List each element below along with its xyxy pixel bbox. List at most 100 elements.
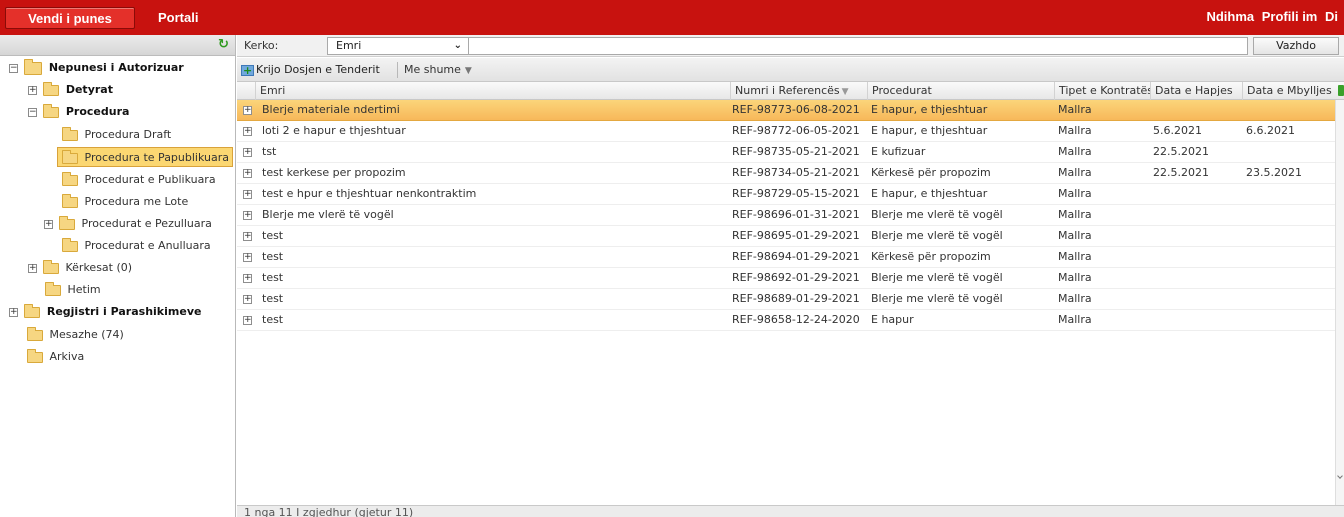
cell-contract-type: Mallra [1058,271,1092,284]
tree-item-procedurat-e-anulluara[interactable]: Procedurat e Anulluara [62,236,211,256]
create-tender-file-button[interactable]: Krijo Dosjen e Tenderit [241,62,380,79]
tree-item-hetim[interactable]: Hetim [45,280,101,300]
refresh-icon[interactable]: ↻ [218,38,231,51]
cell-procedure: Kërkesë për propozim [871,166,991,179]
folder-icon [43,259,59,274]
expand-row-icon[interactable]: + [243,148,252,157]
cell-reference: REF-98734-05-21-2021 [732,166,860,179]
collapse-icon[interactable]: − [9,63,18,73]
tab-vendi-i-punes[interactable]: Vendi i punes [5,7,135,29]
cell-procedure: E hapur, e thjeshtuar [871,103,988,116]
table-row[interactable]: + test REF-98658-12-24-2020 E hapur Mallra [237,310,1344,331]
table-row[interactable]: + tst REF-98735-05-21-2021 E kufizuar Mallra… [237,142,1344,163]
column-header-label: Emri [260,84,286,97]
tree-label: Regjistri i Parashikimeve [46,305,202,318]
tree-item-kerkesat[interactable]: + Kërkesat (0) [28,258,132,278]
cell-reference: REF-98694-01-29-2021 [732,250,860,263]
truncated-link[interactable]: Di [1325,9,1338,24]
expand-icon[interactable]: + [9,307,18,317]
search-input[interactable] [468,37,1248,55]
folder-icon [62,171,78,186]
table-row[interactable]: + Blerje materiale ndertimi REF-98773-06-0… [237,100,1344,121]
cell-opening-date [1153,289,1243,309]
cell-opening-date [1153,310,1243,330]
help-link[interactable]: Ndihma [1206,9,1254,24]
expand-icon[interactable]: + [44,219,53,229]
search-field-select[interactable]: Emri ⌄ [327,37,469,55]
table-row[interactable]: + loti 2 e hapur e thjeshtuar REF-98772-06… [237,121,1344,142]
column-chooser-icon[interactable] [1338,85,1344,96]
cell-procedure: E hapur, e thjeshtuar [871,124,988,137]
cell-contract-type: Mallra [1058,208,1092,221]
tree-item-procedura-me-lote[interactable]: Procedura me Lote [62,192,188,212]
cell-closing-date [1246,100,1336,120]
tree-item-procedura[interactable]: − Procedura [28,102,129,122]
table-row[interactable]: + test e hpur e thjeshtuar nenkontraktim R… [237,184,1344,205]
table-row[interactable]: + test REF-98692-01-29-2021 Blerje me vlerë… [237,268,1344,289]
column-header-label: Numri i Referencës [735,84,840,97]
table-row[interactable]: + test REF-98694-01-29-2021 Kërkesë për pro… [237,247,1344,268]
folder-icon [43,103,59,118]
tab-portali[interactable]: Portali [158,7,198,29]
cell-closing-date [1246,289,1336,309]
collapse-icon[interactable]: − [28,107,37,117]
cell-procedure: E kufizuar [871,145,926,158]
tree-label: Procedura me Lote [84,195,189,208]
expand-icon[interactable]: + [28,85,37,95]
expand-row-icon[interactable]: + [243,211,252,220]
expand-row-icon[interactable]: + [243,106,252,115]
expand-row-icon[interactable]: + [243,232,252,241]
tree-label: Procedurat e Anulluara [84,239,211,252]
expand-row-icon[interactable]: + [243,274,252,283]
vertical-scrollbar[interactable] [1335,100,1344,505]
cell-emri: test [262,313,284,326]
table-row[interactable]: + test REF-98695-01-29-2021 Blerje me vlerë… [237,226,1344,247]
column-header-procedurat[interactable]: Procedurat [867,82,1054,100]
cell-emri: Blerje me vlerë të vogël [262,208,394,221]
cell-emri: test [262,250,284,263]
top-navigation-bar: Vendi i punes Portali Ndihma Profili im … [0,0,1344,35]
tree-item-procedurat-e-pezulluara[interactable]: + Procedurat e Pezulluara [44,214,212,234]
cell-closing-date [1246,226,1336,246]
tree-label: Procedura Draft [84,128,172,141]
table-row[interactable]: + test REF-98689-01-29-2021 Blerje me vlerë… [237,289,1344,310]
tree-item-detyrat[interactable]: + Detyrat [28,80,113,100]
tree-item-arkiva[interactable]: Arkiva [27,347,84,367]
cell-opening-date [1153,184,1243,204]
add-document-icon [241,63,254,79]
more-menu-label: Me shume [404,63,461,76]
cell-opening-date [1153,205,1243,225]
tree-item-procedurat-e-publikuara[interactable]: Procedurat e Publikuara [62,170,216,190]
expand-row-icon[interactable]: + [243,190,252,199]
expand-row-icon[interactable]: + [243,253,252,262]
expand-row-icon[interactable]: + [243,295,252,304]
table-row[interactable]: + test kerkese per propozim REF-98734-05-2… [237,163,1344,184]
folder-icon [45,281,61,296]
search-button[interactable]: Vazhdo [1253,37,1339,55]
top-right-links: Ndihma Profili im Di [1202,9,1338,24]
column-header-data-mbylljes[interactable]: Data e Mbylljes [1242,82,1334,100]
folder-icon [59,215,75,230]
cell-emri: test [262,271,284,284]
column-header-numri[interactable]: Numri i Referencës ▼ [730,82,867,100]
expand-row-icon[interactable]: + [243,169,252,178]
profile-link[interactable]: Profili im [1262,9,1318,24]
expand-row-icon[interactable]: + [243,316,252,325]
column-header-emri[interactable]: Emri [255,82,730,100]
chevron-down-icon: ▼ [464,66,472,76]
tree-label: Procedurat e Pezulluara [81,217,212,230]
cell-reference: REF-98689-01-29-2021 [732,292,860,305]
tree-root[interactable]: − Nepunesi i Autorizuar [9,58,184,78]
expand-icon[interactable]: + [28,263,37,273]
cell-emri: test kerkese per propozim [262,166,406,179]
table-row[interactable]: + Blerje me vlerë të vogël REF-98696-01-31… [237,205,1344,226]
expand-row-icon[interactable]: + [243,127,252,136]
tree-item-procedura-draft[interactable]: Procedura Draft [62,125,171,145]
more-menu-button[interactable]: Me shume ▼ [404,62,472,78]
cell-reference: REF-98729-05-15-2021 [732,187,860,200]
tree-item-regjistri[interactable]: + Regjistri i Parashikimeve [9,302,201,322]
tree-item-procedura-te-papublikuara[interactable]: Procedura te Papublikuara [57,147,233,167]
column-header-data-hapjes[interactable]: Data e Hapjes [1150,82,1242,100]
column-header-tipet[interactable]: Tipet e Kontratës [1054,82,1150,100]
tree-item-mesazhe[interactable]: Mesazhe (74) [27,325,124,345]
